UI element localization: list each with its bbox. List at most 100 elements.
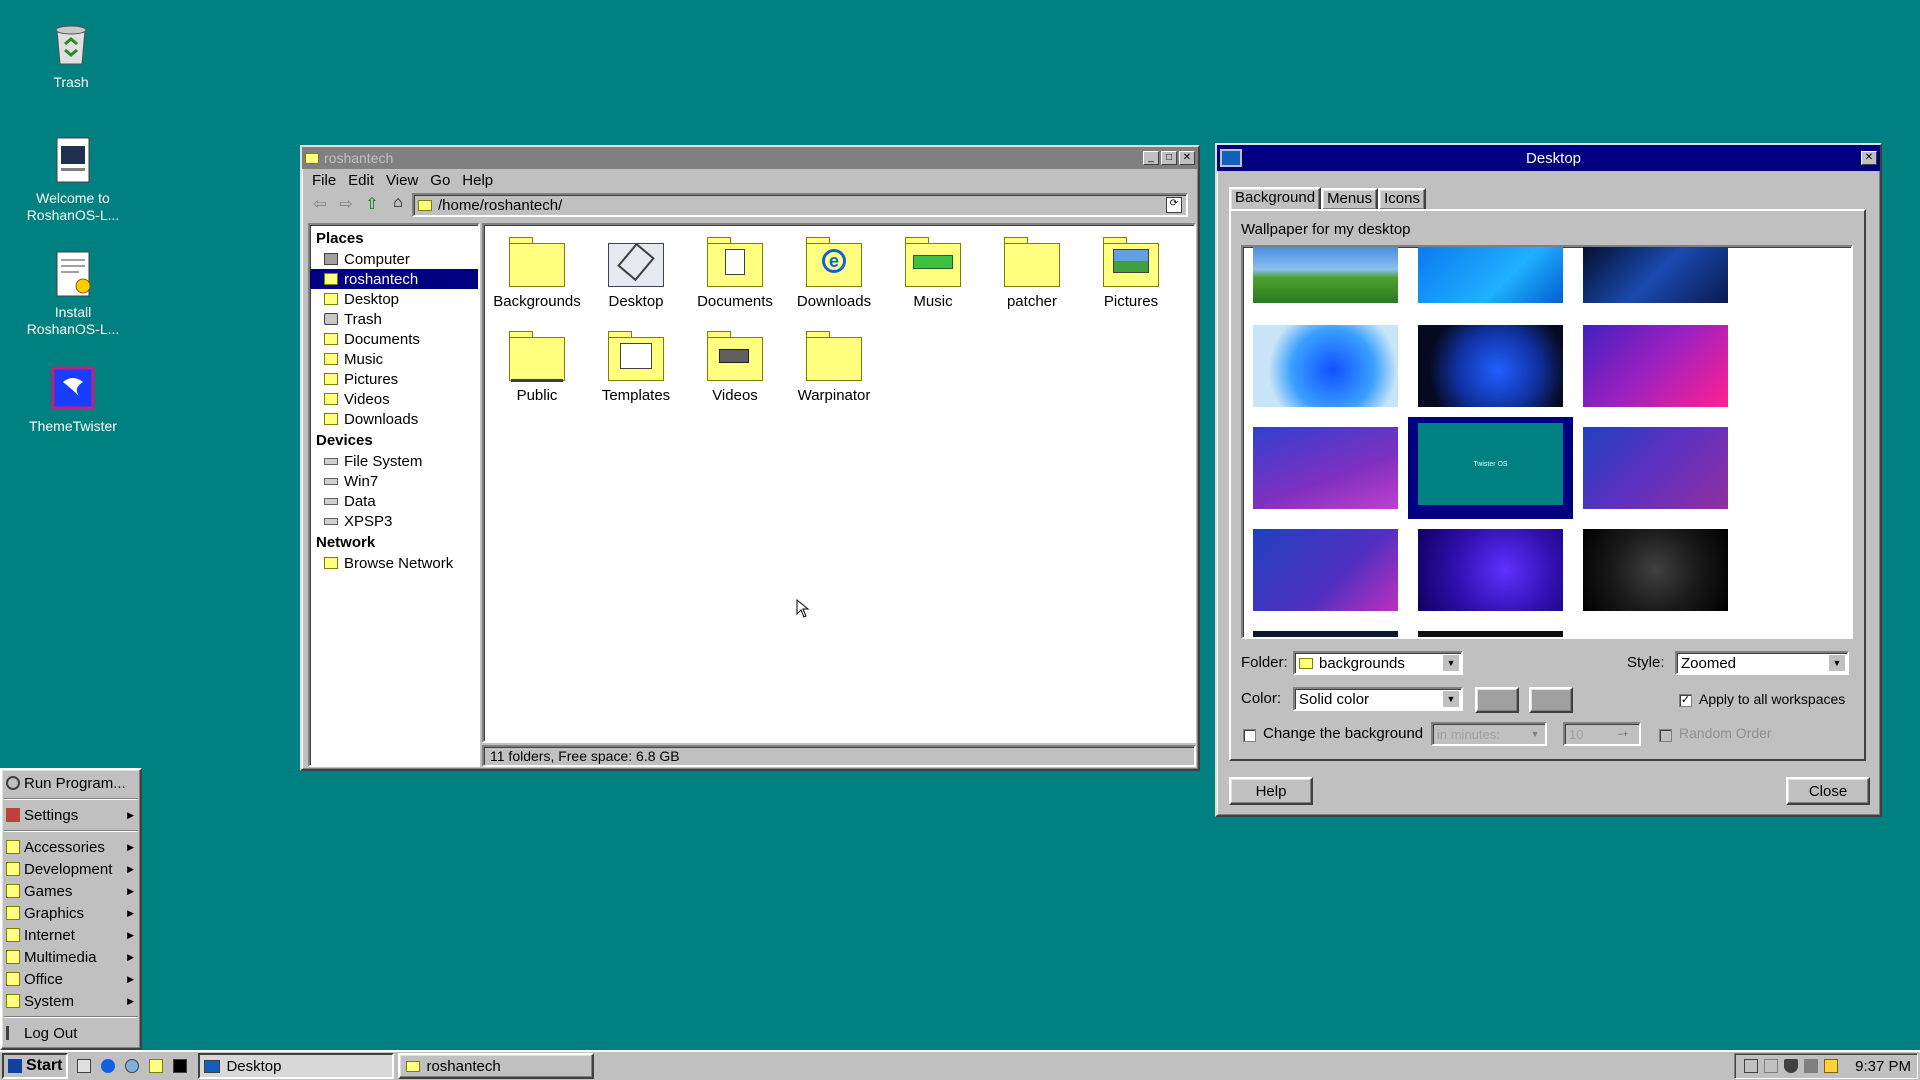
folder-downloads[interactable]: e Downloads xyxy=(784,233,884,310)
terminal-icon[interactable] xyxy=(173,1059,188,1073)
sidebar-item-desktop[interactable]: Desktop xyxy=(310,289,478,309)
start-button[interactable]: Start xyxy=(2,1053,69,1079)
folder-select[interactable]: backgrounds ▼ xyxy=(1293,651,1463,675)
menu-development[interactable]: Development ▶ xyxy=(2,858,140,880)
sidebar-item-documents[interactable]: Documents xyxy=(310,329,478,349)
folder-desktop[interactable]: Desktop xyxy=(586,233,686,310)
tab-background[interactable]: Background xyxy=(1229,187,1322,211)
task-roshantech[interactable]: roshantech xyxy=(398,1053,595,1079)
sidebar-item-computer[interactable]: Computer xyxy=(310,249,478,269)
help-button[interactable]: Help xyxy=(1229,777,1313,805)
folder-videos[interactable]: Videos xyxy=(685,327,785,404)
usb-icon[interactable] xyxy=(1744,1059,1759,1073)
tab-menus[interactable]: Menus xyxy=(1321,188,1379,209)
desktop-icon-install[interactable]: Install RoshanOS-L... xyxy=(18,250,128,338)
close-dialog-button[interactable]: Close xyxy=(1786,777,1870,805)
back-icon[interactable]: ⇦ xyxy=(308,194,332,216)
sidebar-item-videos[interactable]: Videos xyxy=(310,389,478,409)
color-swatch-1[interactable] xyxy=(1475,687,1519,713)
clock[interactable]: 9:37 PM xyxy=(1855,1058,1911,1075)
menu-file[interactable]: File xyxy=(308,172,344,189)
folder-music[interactable]: Music xyxy=(883,233,983,310)
wallpaper-thumb-win11-light[interactable] xyxy=(1253,325,1398,407)
browser-icon[interactable] xyxy=(101,1059,116,1073)
sidebar-item-trash[interactable]: Trash xyxy=(310,309,478,329)
folder-warpinator[interactable]: Warpinator xyxy=(784,327,884,404)
change-bg-checkbox[interactable] xyxy=(1243,729,1256,742)
folder-backgrounds[interactable]: Backgrounds xyxy=(487,233,587,310)
folder-pictures[interactable]: Pictures xyxy=(1081,233,1181,310)
desktop-icon-themetwister[interactable]: ThemeTwister xyxy=(18,364,128,435)
sidebar-item-pictures[interactable]: Pictures xyxy=(310,369,478,389)
sidebar-item-music[interactable]: Music xyxy=(310,349,478,369)
task-desktop[interactable]: Desktop xyxy=(198,1053,395,1079)
desktop-icon-trash[interactable]: Trash xyxy=(16,20,126,91)
apply-all-checkbox[interactable]: ✓ xyxy=(1679,694,1692,707)
sidebar-item-browse-network[interactable]: Browse Network xyxy=(310,553,478,573)
wallpaper-thumb-dark-swirl[interactable] xyxy=(1583,247,1728,303)
menu-edit[interactable]: Edit xyxy=(344,172,382,189)
network-icon[interactable] xyxy=(1804,1059,1819,1073)
wallpaper-thumb-blue-purple[interactable] xyxy=(1583,427,1728,509)
color-select[interactable]: Solid color ▼ xyxy=(1293,687,1463,711)
wallpaper-thumb-partial-1[interactable] xyxy=(1253,631,1398,637)
menu-go[interactable]: Go xyxy=(426,172,458,189)
wallpaper-thumb-win11-dark[interactable] xyxy=(1418,325,1563,407)
dialog-titlebar[interactable]: Desktop ✕ xyxy=(1217,145,1880,171)
dialog-close-button[interactable]: ✕ xyxy=(1861,151,1877,165)
home-icon[interactable]: ⌂ xyxy=(386,194,410,216)
menu-internet[interactable]: Internet ▶ xyxy=(2,924,140,946)
menu-games[interactable]: Games ▶ xyxy=(2,880,140,902)
wallpaper-thumb-indigo[interactable] xyxy=(1253,529,1398,611)
style-select[interactable]: Zoomed ▼ xyxy=(1675,651,1849,675)
sidebar-item-roshantech[interactable]: roshantech xyxy=(310,269,478,289)
menu-graphics[interactable]: Graphics ▶ xyxy=(2,902,140,924)
desktop-icon-welcome[interactable]: Welcome to RoshanOS-L... xyxy=(18,136,128,224)
shield-icon[interactable] xyxy=(1784,1059,1799,1073)
notepad-icon[interactable] xyxy=(77,1059,92,1073)
sidebar-item-win7[interactable]: Win7 xyxy=(310,471,478,491)
wallpaper-grid[interactable]: Twister OS xyxy=(1241,245,1853,639)
path-bar[interactable]: /home/roshantech/ ⟳ xyxy=(412,193,1188,217)
sidebar-item-data[interactable]: Data xyxy=(310,491,478,511)
wallpaper-thumb-purple-waves[interactable] xyxy=(1583,325,1728,407)
menu-help[interactable]: Help xyxy=(458,172,501,189)
file-manager-titlebar[interactable]: roshantech _ □ ✕ xyxy=(302,147,1198,169)
menu-log-out[interactable]: Log Out xyxy=(2,1022,140,1044)
folder-public[interactable]: Public xyxy=(487,327,587,404)
wallpaper-thumb-black-swirl[interactable] xyxy=(1583,529,1728,611)
globe-icon[interactable] xyxy=(125,1059,140,1073)
sidebar-item-filesystem[interactable]: File System xyxy=(310,451,478,471)
wallpaper-thumb-bliss[interactable] xyxy=(1253,247,1398,303)
up-icon[interactable]: ⇧ xyxy=(360,194,384,216)
sidebar-item-downloads[interactable]: Downloads xyxy=(310,409,478,429)
menu-office[interactable]: Office ▶ xyxy=(2,968,140,990)
wallpaper-thumb-partial-2[interactable] xyxy=(1418,631,1563,637)
wallpaper-thumb-blue-swirl[interactable] xyxy=(1418,247,1563,303)
folder-templates[interactable]: Templates xyxy=(586,327,686,404)
folder-patcher[interactable]: patcher xyxy=(982,233,1082,310)
tab-icons[interactable]: Icons xyxy=(1378,188,1426,209)
path-go-icon[interactable]: ⟳ xyxy=(1166,197,1182,213)
wallpaper-thumb-deep-purple[interactable] xyxy=(1418,529,1563,611)
menu-settings[interactable]: Settings ▶ xyxy=(2,804,140,826)
battery-icon[interactable] xyxy=(1764,1059,1779,1073)
wallpaper-thumb-twister-selected[interactable]: Twister OS xyxy=(1408,417,1573,519)
minimize-button[interactable]: _ xyxy=(1143,151,1159,165)
file-view[interactable]: Backgrounds Desktop Documents e Downloads… xyxy=(482,223,1196,743)
search-files-icon[interactable] xyxy=(149,1059,164,1073)
chevron-right-icon: ▶ xyxy=(127,929,134,940)
color-swatch-2[interactable] xyxy=(1529,687,1573,713)
menu-run-program[interactable]: Run Program... xyxy=(2,772,140,794)
close-button[interactable]: ✕ xyxy=(1179,151,1195,165)
menu-multimedia[interactable]: Multimedia ▶ xyxy=(2,946,140,968)
menu-view[interactable]: View xyxy=(382,172,426,189)
menu-system[interactable]: System ▶ xyxy=(2,990,140,1012)
volume-icon[interactable] xyxy=(1824,1059,1839,1073)
menu-accessories[interactable]: Accessories ▶ xyxy=(2,836,140,858)
wallpaper-thumb-violet-waves[interactable] xyxy=(1253,427,1398,509)
maximize-button[interactable]: □ xyxy=(1161,151,1177,165)
folder-documents[interactable]: Documents xyxy=(685,233,785,310)
forward-icon[interactable]: ⇨ xyxy=(334,194,358,216)
sidebar-item-xpsp3[interactable]: XPSP3 xyxy=(310,511,478,531)
